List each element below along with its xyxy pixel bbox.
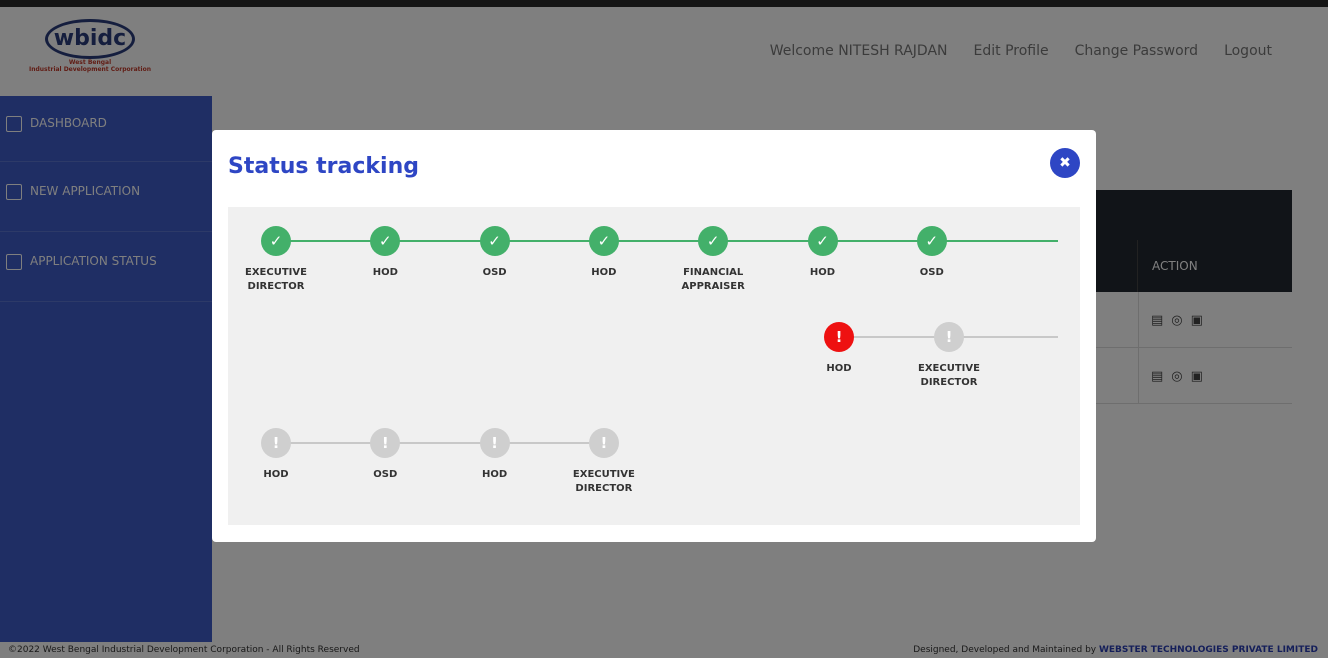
status-tracking-modal: Status tracking ✖ ✓ EXECUTIVE DIRECTOR ✓ HOD… xyxy=(212,130,1096,542)
step-label: EXECUTIVE DIRECTOR xyxy=(554,468,654,496)
close-button[interactable]: ✖ xyxy=(1050,148,1080,178)
status-step-pending: ! OSD xyxy=(335,428,435,482)
step-label: OSD xyxy=(882,266,982,280)
step-label-line1: FINANCIAL xyxy=(683,267,744,278)
step-label-line1: HOD xyxy=(591,267,617,278)
step-label: HOD xyxy=(445,468,545,482)
check-icon: ✓ xyxy=(588,226,619,256)
status-step-done: ✓ HOD xyxy=(335,226,435,280)
check-icon: ✓ xyxy=(807,226,838,256)
status-step-pending: ! HOD xyxy=(445,428,545,482)
step-label: OSD xyxy=(335,468,435,482)
step-label-line1: EXECUTIVE xyxy=(572,469,635,480)
step-label-line1: HOD xyxy=(826,363,852,374)
step-label-line2: APPRAISER xyxy=(681,281,745,292)
step-label: OSD xyxy=(445,266,545,280)
status-step-done: ✓ FINANCIAL APPRAISER xyxy=(663,226,763,294)
status-step-pending: ! EXECUTIVE DIRECTOR xyxy=(554,428,654,496)
close-icon: ✖ xyxy=(1059,155,1071,171)
step-label: EXECUTIVE DIRECTOR xyxy=(899,362,999,390)
status-step-current: ! HOD xyxy=(789,322,889,376)
step-label: HOD xyxy=(789,362,889,376)
check-icon: ✓ xyxy=(916,226,947,256)
step-label-line1: EXECUTIVE xyxy=(245,267,307,278)
status-step-pending: ! HOD xyxy=(226,428,326,482)
status-step-done: ✓ OSD xyxy=(882,226,982,280)
step-label: FINANCIAL APPRAISER xyxy=(663,266,763,294)
check-icon: ✓ xyxy=(370,226,401,256)
alert-icon: ! xyxy=(370,428,401,458)
step-label-line2: DIRECTOR xyxy=(575,483,633,494)
modal-title: Status tracking xyxy=(228,154,419,179)
step-label-line1: HOD xyxy=(482,469,508,480)
alert-icon: ! xyxy=(934,322,964,352)
step-label-line1: HOD xyxy=(372,267,398,278)
step-label: HOD xyxy=(554,266,654,280)
status-step-done: ✓ HOD xyxy=(773,226,873,280)
status-step-done: ✓ EXECUTIVE DIRECTOR xyxy=(226,226,326,294)
step-label-line2: DIRECTOR xyxy=(247,281,305,292)
alert-icon: ! xyxy=(261,428,291,458)
step-label-line1: OSD xyxy=(482,267,507,278)
tracking-panel: ✓ EXECUTIVE DIRECTOR ✓ HOD ✓ OSD ✓ HOD ✓ FINANCIAL… xyxy=(228,207,1080,525)
step-label: HOD xyxy=(773,266,873,280)
status-step-pending: ! EXECUTIVE DIRECTOR xyxy=(899,322,999,390)
status-step-done: ✓ OSD xyxy=(445,226,545,280)
check-icon: ✓ xyxy=(261,226,291,256)
check-icon: ✓ xyxy=(479,226,510,256)
step-label-line1: OSD xyxy=(373,469,398,480)
check-icon: ✓ xyxy=(698,226,729,256)
alert-icon: ! xyxy=(588,428,619,458)
alert-icon: ! xyxy=(479,428,510,458)
step-label-line1: EXECUTIVE xyxy=(918,363,980,374)
step-label-line1: HOD xyxy=(809,267,836,278)
step-label-line1: OSD xyxy=(919,267,944,278)
alert-icon: ! xyxy=(824,322,854,352)
status-step-done: ✓ HOD xyxy=(554,226,654,280)
step-label-line2: DIRECTOR xyxy=(920,377,978,388)
step-label-line1: HOD xyxy=(263,469,289,480)
step-label: HOD xyxy=(335,266,435,280)
step-label: HOD xyxy=(226,468,326,482)
step-label: EXECUTIVE DIRECTOR xyxy=(226,266,326,294)
